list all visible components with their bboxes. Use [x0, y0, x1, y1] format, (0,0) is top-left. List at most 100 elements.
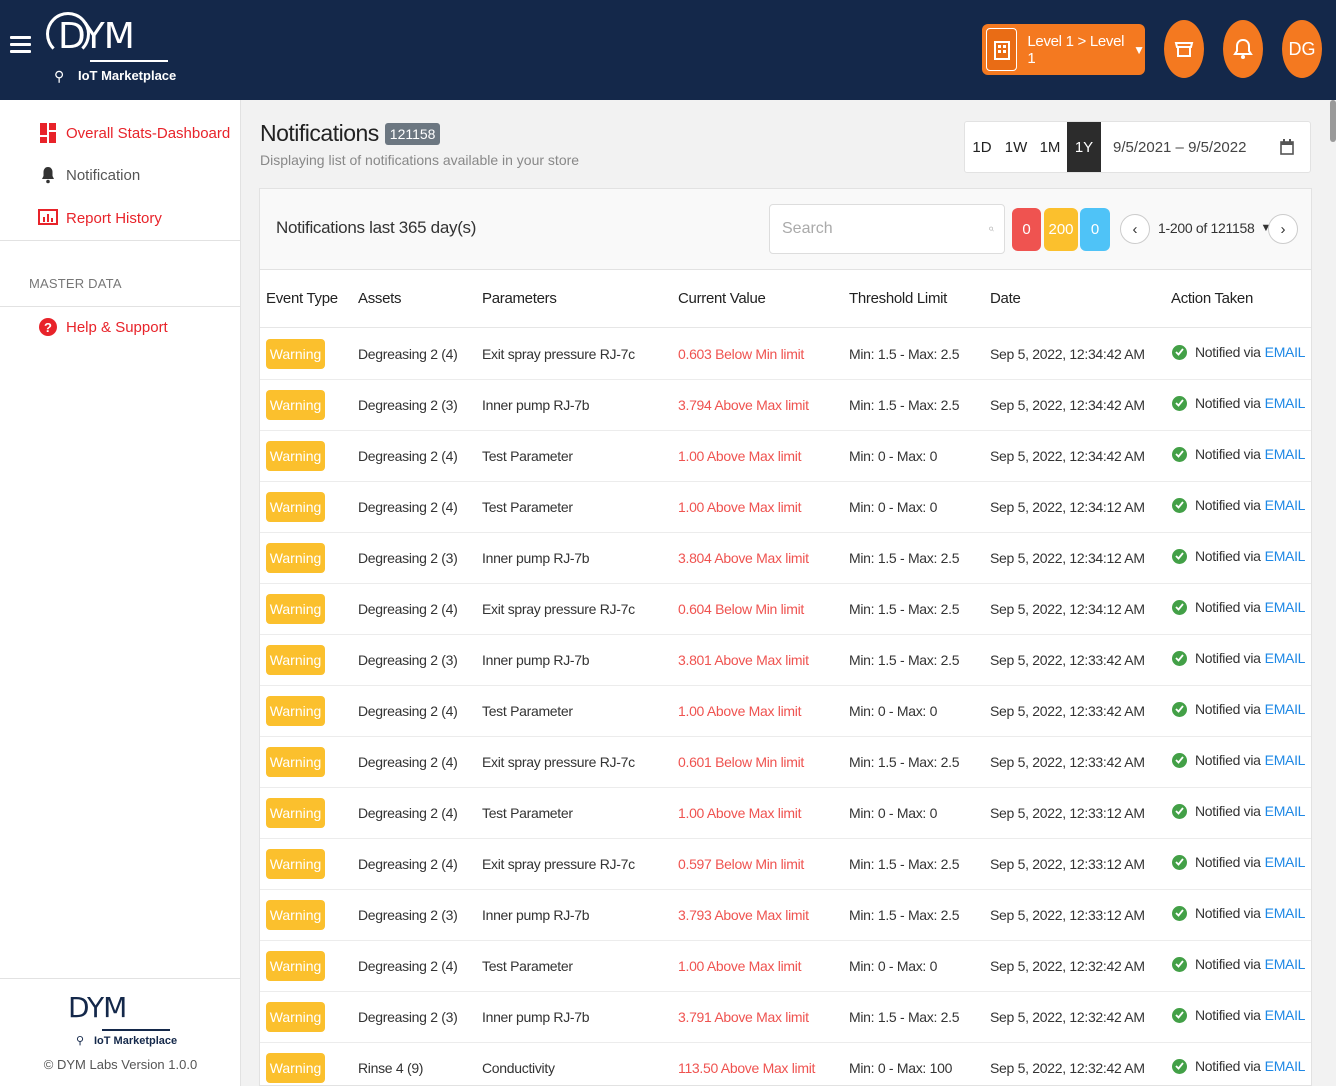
info-count-pill[interactable]: 0 — [1080, 208, 1110, 251]
search-icon[interactable] — [989, 220, 994, 238]
parameter-cell: Test Parameter — [482, 958, 573, 974]
event-type-badge: Warning — [266, 1053, 325, 1083]
previous-page-button[interactable]: ‹ — [1120, 214, 1150, 244]
range-1y-button[interactable]: 1Y — [1067, 122, 1101, 172]
table-row[interactable]: Warning Degreasing 2 (4) Exit spray pressu… — [260, 737, 1311, 788]
table-row[interactable]: Warning Degreasing 2 (3) Inner pump RJ-7b 3… — [260, 635, 1311, 686]
date-cell: Sep 5, 2022, 12:34:42 AM — [990, 346, 1145, 362]
action-taken-cell: Notified via EMAIL — [1172, 650, 1305, 666]
asset-cell: Degreasing 2 (4) — [358, 448, 458, 464]
current-value-cell: 0.603 Below Min limit — [678, 346, 804, 362]
email-link[interactable]: EMAIL — [1265, 956, 1306, 972]
report-icon — [38, 207, 58, 229]
notifications-bell-button[interactable] — [1223, 20, 1263, 78]
warning-count-pill[interactable]: 200 — [1044, 208, 1078, 251]
range-1m-button[interactable]: 1M — [1033, 122, 1067, 172]
sidebar-item-label: Help & Support — [66, 318, 168, 336]
table-row[interactable]: Warning Degreasing 2 (4) Test Parameter 1.0… — [260, 482, 1311, 533]
email-link[interactable]: EMAIL — [1265, 1007, 1306, 1023]
next-page-button[interactable]: › — [1268, 214, 1298, 244]
email-link[interactable]: EMAIL — [1265, 497, 1306, 513]
email-link[interactable]: EMAIL — [1265, 1058, 1306, 1074]
parameter-cell: Inner pump RJ-7b — [482, 907, 590, 923]
table-row[interactable]: Warning Degreasing 2 (3) Inner pump RJ-7b 3… — [260, 380, 1311, 431]
search-input[interactable] — [782, 220, 989, 238]
parameter-cell: Exit spray pressure RJ-7c — [482, 754, 635, 770]
check-circle-icon — [1172, 956, 1187, 972]
table-row[interactable]: Warning Degreasing 2 (3) Inner pump RJ-7b 3… — [260, 992, 1311, 1043]
date-cell: Sep 5, 2022, 12:34:12 AM — [990, 601, 1145, 617]
table-row[interactable]: Warning Degreasing 2 (4) Test Parameter 1.0… — [260, 788, 1311, 839]
sidebar-item-label: Notification — [66, 166, 141, 184]
parameter-cell: Exit spray pressure RJ-7c — [482, 346, 635, 362]
hamburger-menu-icon[interactable] — [10, 36, 31, 54]
current-value-cell: 3.794 Above Max limit — [678, 397, 809, 413]
building-icon — [986, 28, 1018, 71]
current-value-cell: 1.00 Above Max limit — [678, 958, 802, 974]
event-type-badge: Warning — [266, 441, 325, 471]
table-row[interactable]: Warning Degreasing 2 (4) Test Parameter 1.0… — [260, 941, 1311, 992]
action-taken-cell: Notified via EMAIL — [1172, 905, 1305, 921]
column-header[interactable]: Date — [990, 290, 1021, 307]
sidebar-item-label: Overall Stats-Dashboard — [66, 124, 231, 142]
email-link[interactable]: EMAIL — [1265, 701, 1306, 717]
column-header[interactable]: Threshold Limit — [849, 290, 947, 307]
email-link[interactable]: EMAIL — [1265, 599, 1306, 615]
level-selector-button[interactable]: Level 1 > Level 1 ▼ — [982, 24, 1145, 75]
calendar-icon — [1280, 139, 1294, 155]
column-header[interactable]: Current Value — [678, 290, 766, 307]
table-row[interactable]: Warning Degreasing 2 (3) Inner pump RJ-7b 3… — [260, 533, 1311, 584]
email-link[interactable]: EMAIL — [1265, 854, 1306, 870]
date-cell: Sep 5, 2022, 12:32:42 AM — [990, 1009, 1145, 1025]
sidebar-item-notification[interactable]: Notification — [38, 164, 140, 186]
table-row[interactable]: Warning Rinse 4 (9) Conductivity 113.50 Abo… — [260, 1043, 1311, 1085]
email-link[interactable]: EMAIL — [1265, 395, 1306, 411]
parameter-cell: Exit spray pressure RJ-7c — [482, 601, 635, 617]
level-label: Level 1 > Level 1 — [1027, 32, 1125, 67]
table-row[interactable]: Warning Degreasing 2 (4) Exit spray pressu… — [260, 329, 1311, 380]
critical-count-pill[interactable]: 0 — [1012, 208, 1041, 251]
email-link[interactable]: EMAIL — [1265, 344, 1306, 360]
sidebar-item-dashboard[interactable]: Overall Stats-Dashboard — [38, 122, 230, 144]
app-logo[interactable]: DYM ⚲ IoT Marketplace — [44, 10, 176, 90]
action-taken-cell: Notified via EMAIL — [1172, 395, 1305, 411]
email-link[interactable]: EMAIL — [1265, 548, 1306, 564]
column-header[interactable]: Event Type — [266, 290, 338, 307]
current-value-cell: 1.00 Above Max limit — [678, 499, 802, 515]
email-link[interactable]: EMAIL — [1265, 650, 1306, 666]
table-row[interactable]: Warning Degreasing 2 (4) Exit spray pressu… — [260, 839, 1311, 890]
email-link[interactable]: EMAIL — [1265, 905, 1306, 921]
threshold-cell: Min: 1.5 - Max: 2.5 — [849, 1009, 960, 1025]
sidebar-item-report-history[interactable]: Report History — [38, 207, 162, 229]
chevron-down-icon: ▼ — [1133, 42, 1145, 57]
range-1d-button[interactable]: 1D — [965, 122, 999, 172]
event-type-badge: Warning — [266, 645, 325, 675]
current-value-cell: 1.00 Above Max limit — [678, 448, 802, 464]
page-scrollbar[interactable] — [1330, 100, 1336, 142]
store-button[interactable] — [1164, 20, 1204, 78]
chevron-left-icon: ‹ — [1132, 220, 1138, 238]
email-link[interactable]: EMAIL — [1265, 803, 1306, 819]
table-row[interactable]: Warning Degreasing 2 (4) Test Parameter 1.0… — [260, 431, 1311, 482]
email-link[interactable]: EMAIL — [1265, 752, 1306, 768]
column-header[interactable]: Action Taken — [1171, 290, 1253, 307]
notified-via-text: Notified via — [1195, 956, 1261, 972]
table-row[interactable]: Warning Degreasing 2 (3) Inner pump RJ-7b 3… — [260, 890, 1311, 941]
range-1w-button[interactable]: 1W — [999, 122, 1033, 172]
action-taken-cell: Notified via EMAIL — [1172, 1007, 1305, 1023]
email-link[interactable]: EMAIL — [1265, 446, 1306, 462]
user-avatar[interactable]: DG — [1282, 20, 1322, 78]
event-type-badge: Warning — [266, 594, 325, 624]
column-header[interactable]: Parameters — [482, 290, 557, 307]
page-size-dropdown[interactable]: 1-200 of 121158 ▼ — [1158, 220, 1271, 236]
date-cell: Sep 5, 2022, 12:32:42 AM — [990, 958, 1145, 974]
table-row[interactable]: Warning Degreasing 2 (4) Exit spray pressu… — [260, 584, 1311, 635]
parameter-cell: Exit spray pressure RJ-7c — [482, 856, 635, 872]
table-row[interactable]: Warning Degreasing 2 (4) Test Parameter 1.0… — [260, 686, 1311, 737]
column-header[interactable]: Assets — [358, 290, 402, 307]
date-cell: Sep 5, 2022, 12:33:12 AM — [990, 856, 1145, 872]
sidebar-item-help-support[interactable]: ? Help & Support — [38, 316, 168, 338]
threshold-cell: Min: 0 - Max: 0 — [849, 448, 938, 464]
threshold-cell: Min: 1.5 - Max: 2.5 — [849, 601, 960, 617]
date-range-picker[interactable]: 9/5/2021 – 9/5/2022 — [1101, 122, 1310, 172]
